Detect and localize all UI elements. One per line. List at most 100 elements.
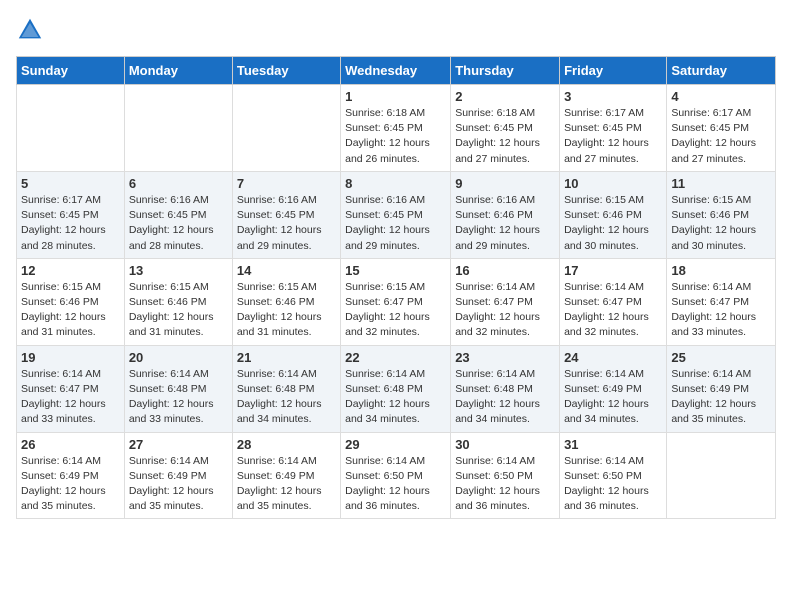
calendar-cell [17, 85, 125, 172]
day-number: 4 [671, 89, 771, 104]
day-number: 29 [345, 437, 446, 452]
day-number: 6 [129, 176, 228, 191]
day-number: 8 [345, 176, 446, 191]
calendar-cell: 31Sunrise: 6:14 AMSunset: 6:50 PMDayligh… [560, 432, 667, 519]
calendar-cell [124, 85, 232, 172]
calendar-cell: 15 Sunrise: 6:15 AMSunset: 6:47 PMDayligh… [341, 258, 451, 345]
calendar-week-row: 19 Sunrise: 6:14 AMSunset: 6:47 PMDayligh… [17, 345, 776, 432]
day-number: 22 [345, 350, 446, 365]
calendar-cell: 27 Sunrise: 6:14 AMSunset: 6:49 PMDayligh… [124, 432, 232, 519]
calendar-cell: 7Sunrise: 6:16 AMSunset: 6:45 PMDaylight… [232, 171, 340, 258]
day-info: Sunrise: 6:17 AMSunset: 6:45 PMDaylight:… [21, 193, 120, 254]
weekday-header: Saturday [667, 57, 776, 85]
day-number: 27 [129, 437, 228, 452]
day-info: Sunrise: 6:18 AMSunset: 6:45 PMDaylight:… [345, 106, 446, 167]
day-number: 19 [21, 350, 120, 365]
day-number: 17 [564, 263, 662, 278]
calendar-week-row: 5Sunrise: 6:17 AMSunset: 6:45 PMDaylight… [17, 171, 776, 258]
calendar-cell: 6 Sunrise: 6:16 AMSunset: 6:45 PMDaylight… [124, 171, 232, 258]
day-info: Sunrise: 6:14 AMSunset: 6:49 PMDaylight:… [237, 454, 336, 515]
day-info: Sunrise: 6:14 AMSunset: 6:49 PMDaylight:… [129, 454, 228, 515]
day-info: Sunrise: 6:15 AMSunset: 6:46 PMDaylight:… [237, 280, 336, 341]
day-number: 9 [455, 176, 555, 191]
calendar-header-row: SundayMondayTuesdayWednesdayThursdayFrid… [17, 57, 776, 85]
weekday-header: Sunday [17, 57, 125, 85]
day-number: 3 [564, 89, 662, 104]
day-info: Sunrise: 6:14 AMSunset: 6:49 PMDaylight:… [671, 367, 771, 428]
day-info: Sunrise: 6:15 AMSunset: 6:46 PMDaylight:… [21, 280, 120, 341]
calendar-cell: 16 Sunrise: 6:14 AMSunset: 6:47 PMDayligh… [451, 258, 560, 345]
calendar-cell: 28 Sunrise: 6:14 AMSunset: 6:49 PMDayligh… [232, 432, 340, 519]
day-info: Sunrise: 6:15 AMSunset: 6:47 PMDaylight:… [345, 280, 446, 341]
day-info: Sunrise: 6:17 AMSunset: 6:45 PMDaylight:… [671, 106, 771, 167]
calendar-cell: 5Sunrise: 6:17 AMSunset: 6:45 PMDaylight… [17, 171, 125, 258]
calendar-cell: 29 Sunrise: 6:14 AMSunset: 6:50 PMDayligh… [341, 432, 451, 519]
calendar-cell: 8 Sunrise: 6:16 AMSunset: 6:45 PMDaylight… [341, 171, 451, 258]
day-number: 1 [345, 89, 446, 104]
calendar-cell: 1 Sunrise: 6:18 AMSunset: 6:45 PMDaylight… [341, 85, 451, 172]
day-info: Sunrise: 6:14 AMSunset: 6:49 PMDaylight:… [564, 367, 662, 428]
day-info: Sunrise: 6:16 AMSunset: 6:45 PMDaylight:… [345, 193, 446, 254]
calendar-cell: 12Sunrise: 6:15 AMSunset: 6:46 PMDayligh… [17, 258, 125, 345]
calendar-cell: 25 Sunrise: 6:14 AMSunset: 6:49 PMDayligh… [667, 345, 776, 432]
logo-icon [16, 16, 44, 44]
calendar-cell: 23Sunrise: 6:14 AMSunset: 6:48 PMDayligh… [451, 345, 560, 432]
day-number: 7 [237, 176, 336, 191]
day-info: Sunrise: 6:17 AMSunset: 6:45 PMDaylight:… [564, 106, 662, 167]
day-info: Sunrise: 6:14 AMSunset: 6:49 PMDaylight:… [21, 454, 120, 515]
day-info: Sunrise: 6:14 AMSunset: 6:47 PMDaylight:… [671, 280, 771, 341]
day-info: Sunrise: 6:14 AMSunset: 6:47 PMDaylight:… [21, 367, 120, 428]
calendar-cell: 11Sunrise: 6:15 AMSunset: 6:46 PMDayligh… [667, 171, 776, 258]
day-info: Sunrise: 6:14 AMSunset: 6:50 PMDaylight:… [345, 454, 446, 515]
day-info: Sunrise: 6:15 AMSunset: 6:46 PMDaylight:… [564, 193, 662, 254]
day-info: Sunrise: 6:14 AMSunset: 6:47 PMDaylight:… [455, 280, 555, 341]
day-number: 15 [345, 263, 446, 278]
calendar-cell [667, 432, 776, 519]
calendar-week-row: 12Sunrise: 6:15 AMSunset: 6:46 PMDayligh… [17, 258, 776, 345]
day-info: Sunrise: 6:14 AMSunset: 6:48 PMDaylight:… [129, 367, 228, 428]
calendar-week-row: 1 Sunrise: 6:18 AMSunset: 6:45 PMDaylight… [17, 85, 776, 172]
day-number: 18 [671, 263, 771, 278]
weekday-header: Wednesday [341, 57, 451, 85]
day-number: 16 [455, 263, 555, 278]
weekday-header: Friday [560, 57, 667, 85]
day-info: Sunrise: 6:14 AMSunset: 6:48 PMDaylight:… [345, 367, 446, 428]
day-info: Sunrise: 6:14 AMSunset: 6:48 PMDaylight:… [237, 367, 336, 428]
calendar-cell: 19 Sunrise: 6:14 AMSunset: 6:47 PMDayligh… [17, 345, 125, 432]
weekday-header: Monday [124, 57, 232, 85]
page-header [16, 16, 776, 44]
day-number: 13 [129, 263, 228, 278]
calendar-cell: 10Sunrise: 6:15 AMSunset: 6:46 PMDayligh… [560, 171, 667, 258]
calendar-cell: 21 Sunrise: 6:14 AMSunset: 6:48 PMDayligh… [232, 345, 340, 432]
day-number: 14 [237, 263, 336, 278]
calendar-cell: 22 Sunrise: 6:14 AMSunset: 6:48 PMDayligh… [341, 345, 451, 432]
day-info: Sunrise: 6:14 AMSunset: 6:50 PMDaylight:… [564, 454, 662, 515]
calendar-cell: 24 Sunrise: 6:14 AMSunset: 6:49 PMDayligh… [560, 345, 667, 432]
calendar-week-row: 26Sunrise: 6:14 AMSunset: 6:49 PMDayligh… [17, 432, 776, 519]
day-info: Sunrise: 6:16 AMSunset: 6:46 PMDaylight:… [455, 193, 555, 254]
calendar-cell: 18 Sunrise: 6:14 AMSunset: 6:47 PMDayligh… [667, 258, 776, 345]
calendar-cell: 9 Sunrise: 6:16 AMSunset: 6:46 PMDaylight… [451, 171, 560, 258]
day-number: 24 [564, 350, 662, 365]
calendar-cell: 2Sunrise: 6:18 AMSunset: 6:45 PMDaylight… [451, 85, 560, 172]
weekday-header: Tuesday [232, 57, 340, 85]
day-number: 30 [455, 437, 555, 452]
calendar-cell: 4 Sunrise: 6:17 AMSunset: 6:45 PMDaylight… [667, 85, 776, 172]
day-info: Sunrise: 6:16 AMSunset: 6:45 PMDaylight:… [129, 193, 228, 254]
day-info: Sunrise: 6:14 AMSunset: 6:48 PMDaylight:… [455, 367, 555, 428]
calendar-cell: 20Sunrise: 6:14 AMSunset: 6:48 PMDayligh… [124, 345, 232, 432]
day-number: 2 [455, 89, 555, 104]
day-number: 21 [237, 350, 336, 365]
calendar-cell: 3 Sunrise: 6:17 AMSunset: 6:45 PMDaylight… [560, 85, 667, 172]
calendar-cell: 17 Sunrise: 6:14 AMSunset: 6:47 PMDayligh… [560, 258, 667, 345]
calendar-cell [232, 85, 340, 172]
calendar-cell: 30 Sunrise: 6:14 AMSunset: 6:50 PMDayligh… [451, 432, 560, 519]
weekday-header: Thursday [451, 57, 560, 85]
calendar-body: 1 Sunrise: 6:18 AMSunset: 6:45 PMDaylight… [17, 85, 776, 519]
day-number: 25 [671, 350, 771, 365]
day-info: Sunrise: 6:14 AMSunset: 6:50 PMDaylight:… [455, 454, 555, 515]
day-info: Sunrise: 6:15 AMSunset: 6:46 PMDaylight:… [671, 193, 771, 254]
day-info: Sunrise: 6:14 AMSunset: 6:47 PMDaylight:… [564, 280, 662, 341]
calendar-cell: 13Sunrise: 6:15 AMSunset: 6:46 PMDayligh… [124, 258, 232, 345]
day-number: 28 [237, 437, 336, 452]
